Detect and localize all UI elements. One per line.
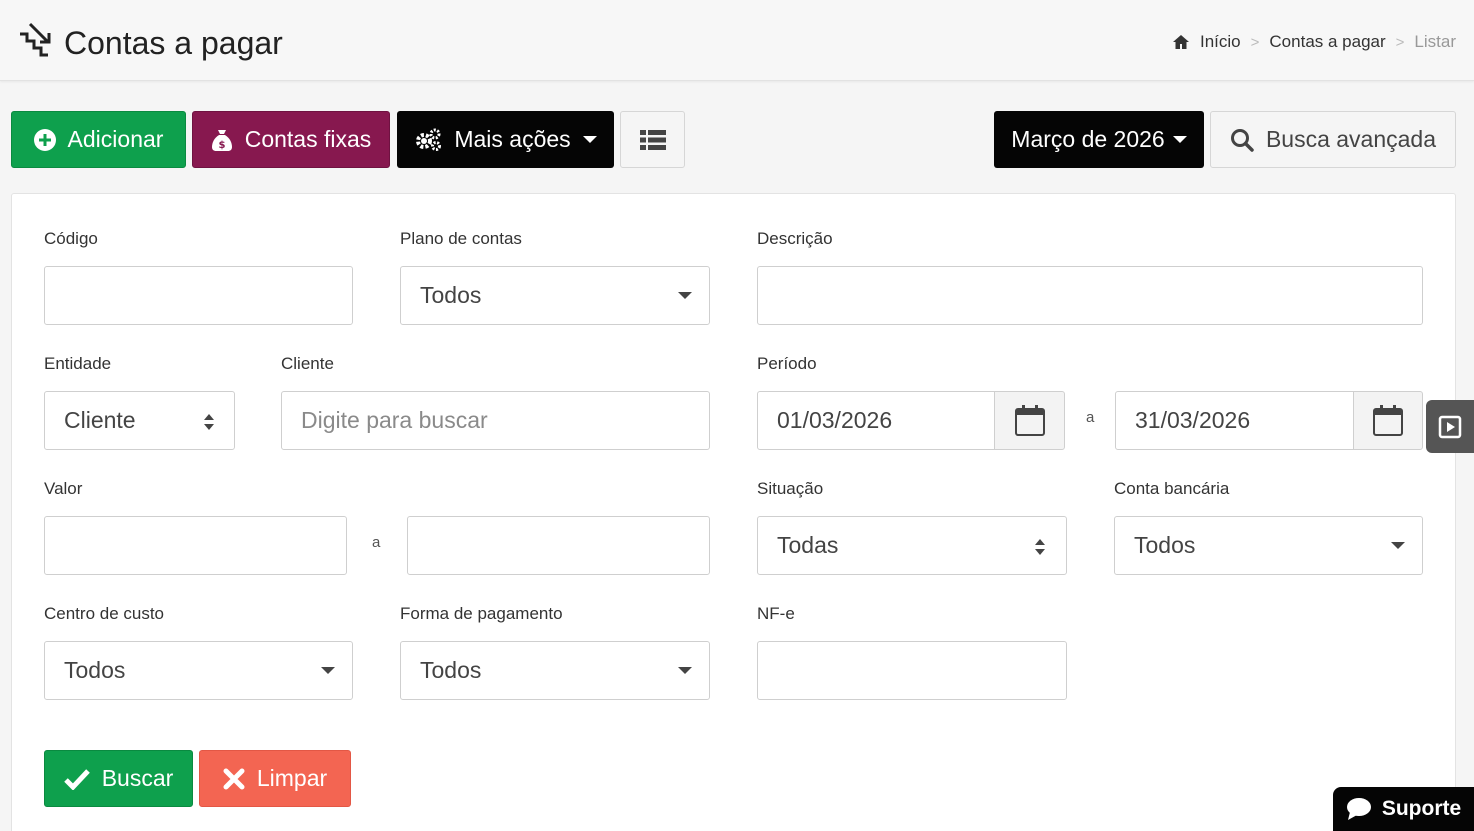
nfe-label: NF-e [757, 604, 795, 623]
page-title-wrap: Contas a pagar [18, 22, 283, 64]
conta-bancaria-label: Conta bancária [1114, 479, 1230, 498]
caret-down-icon [1172, 136, 1187, 143]
play-square-icon [1438, 415, 1462, 438]
list-icon [639, 129, 666, 150]
nfe-input[interactable] [757, 641, 1067, 700]
stairs-down-icon [20, 22, 51, 57]
gears-icon [416, 128, 442, 151]
breadcrumb-home[interactable]: Início [1200, 32, 1241, 52]
periodo-to-input[interactable]: 31/03/2026 [1115, 391, 1355, 450]
conta-bancaria-value: Todos [1134, 532, 1196, 558]
forma-pagamento-select[interactable]: Todos [400, 641, 710, 700]
forma-pagamento-value: Todos [420, 657, 482, 683]
centro-custo-select[interactable]: Todos [44, 641, 353, 700]
side-tab-button[interactable] [1426, 400, 1474, 453]
more-actions-label: Mais ações [454, 126, 571, 152]
centro-custo-label: Centro de custo [44, 604, 165, 623]
sort-icon [204, 414, 214, 430]
valor-separator: a [372, 534, 381, 551]
search-icon [1230, 128, 1254, 152]
valor-from-input[interactable] [44, 516, 347, 575]
breadcrumb: Início > Contas a pagar > Listar [1172, 32, 1456, 52]
periodo-separator: a [1086, 409, 1095, 426]
entidade-select[interactable]: Cliente [44, 391, 235, 450]
search-button[interactable]: Buscar [44, 750, 193, 807]
codigo-input[interactable] [44, 266, 353, 325]
cliente-search-input[interactable]: Digite para buscar [281, 391, 710, 450]
plus-circle-icon [33, 128, 56, 151]
page-title: Contas a pagar [64, 25, 283, 61]
list-view-button[interactable] [620, 111, 685, 168]
add-button[interactable]: Adicionar [11, 111, 186, 168]
breadcrumb-section[interactable]: Contas a pagar [1269, 32, 1385, 52]
periodo-to-calendar-button[interactable] [1353, 391, 1423, 450]
close-icon [223, 768, 245, 789]
centro-custo-value: Todos [64, 657, 126, 683]
page-header: Contas a pagar Início > Contas a pagar >… [0, 0, 1474, 81]
svg-text:$: $ [218, 140, 225, 151]
money-bag-icon: $ [211, 129, 232, 151]
periodo-from-calendar-button[interactable] [994, 391, 1065, 450]
caret-down-icon [678, 667, 692, 674]
search-button-label: Buscar [101, 765, 174, 791]
advanced-search-button[interactable]: Busca avançada [1210, 111, 1456, 168]
check-icon [63, 768, 90, 790]
cliente-label: Cliente [281, 354, 334, 373]
plano-contas-select[interactable]: Todos [400, 266, 710, 325]
valor-label: Valor [44, 479, 83, 498]
breadcrumb-current: Listar [1414, 32, 1456, 51]
sort-icon [1035, 539, 1045, 555]
situacao-value: Todas [777, 532, 839, 558]
add-button-label: Adicionar [67, 126, 164, 152]
breadcrumb-separator: > [1250, 33, 1260, 51]
support-label: Suporte [1381, 797, 1462, 820]
valor-to-input[interactable] [407, 516, 710, 575]
entidade-label: Entidade [44, 354, 112, 373]
caret-down-icon [678, 292, 692, 299]
advanced-search-label: Busca avançada [1265, 126, 1437, 152]
conta-bancaria-select[interactable]: Todos [1114, 516, 1423, 575]
caret-down-icon [582, 136, 597, 143]
support-button[interactable]: Suporte [1333, 787, 1474, 831]
caret-down-icon [321, 667, 335, 674]
situacao-select[interactable]: Todas [757, 516, 1067, 575]
periodo-label: Período [757, 354, 817, 373]
periodo-from-input[interactable]: 01/03/2026 [757, 391, 996, 450]
chat-bubble-icon [1346, 798, 1371, 820]
clear-button-label: Limpar [256, 765, 328, 791]
situacao-label: Situação [757, 479, 824, 498]
home-icon [1173, 35, 1189, 49]
calendar-icon [1373, 404, 1403, 436]
descricao-input[interactable] [757, 266, 1423, 325]
plano-contas-value: Todos [420, 282, 482, 308]
caret-down-icon [1391, 542, 1405, 549]
clear-button[interactable]: Limpar [199, 750, 351, 807]
forma-pagamento-label: Forma de pagamento [400, 604, 563, 623]
fixed-accounts-button[interactable]: $ Contas fixas [192, 111, 390, 168]
month-label: Março de 2026 [1011, 126, 1165, 152]
fixed-accounts-label: Contas fixas [244, 126, 372, 152]
month-selector-button[interactable]: Março de 2026 [994, 111, 1204, 168]
codigo-label: Código [44, 229, 98, 248]
more-actions-button[interactable]: Mais ações [397, 111, 614, 168]
plano-contas-label: Plano de contas [400, 229, 522, 248]
entidade-value: Cliente [64, 407, 136, 433]
descricao-label: Descrição [757, 229, 833, 248]
calendar-icon [1014, 404, 1045, 436]
breadcrumb-separator: > [1395, 33, 1405, 51]
